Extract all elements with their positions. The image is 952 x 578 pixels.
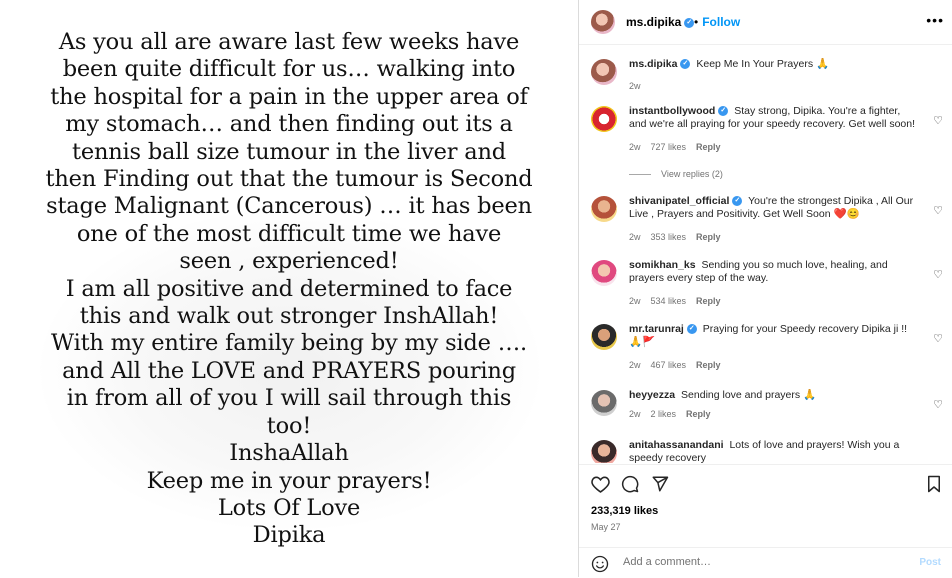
like-comment-heart-icon[interactable]: ♡ <box>933 332 943 345</box>
comment-likes[interactable]: 727 likes <box>651 142 687 152</box>
comment-meta: 2w 534 likes Reply <box>629 296 731 306</box>
caption-body: ms.dipika ✓ Keep Me In Your Prayers 🙏 <box>629 58 919 71</box>
comment-text: Sending love and prayers 🙏 <box>681 389 817 401</box>
verified-badge-icon: ✓ <box>732 196 743 207</box>
like-comment-heart-icon[interactable]: ♡ <box>933 204 943 217</box>
like-comment-heart-icon[interactable]: ♡ <box>933 398 943 411</box>
commenter-avatar[interactable] <box>591 390 617 416</box>
comment-time: 2w <box>629 142 641 152</box>
post-image: As you all are aware last few weeks have… <box>0 0 578 577</box>
post-header: ms.dipika ✓ • Follow ••• <box>579 0 952 45</box>
post-image-text: As you all are aware last few weeks have… <box>45 29 533 549</box>
comment-body: somikhan_ks Sending you so much love, he… <box>629 259 919 285</box>
separator-dot: • <box>694 15 699 29</box>
comment-body: instantbollywood ✓ Stay strong, Dipika. Y… <box>629 105 919 131</box>
author-username[interactable]: ms.dipika ✓ <box>626 15 695 29</box>
like-comment-heart-icon[interactable]: ♡ <box>933 114 943 127</box>
comment-meta: 2w 467 likes Reply <box>629 360 731 370</box>
comment-body: mr.tarunraj ✓ Praying for your Speedy rec… <box>629 323 919 349</box>
reply-button[interactable]: Reply <box>696 232 721 242</box>
comment-likes[interactable]: 534 likes <box>651 296 687 306</box>
comment-body: heyyezza Sending love and prayers 🙏 <box>629 389 919 402</box>
caption-time: 2w <box>629 81 641 91</box>
view-replies-button[interactable]: View replies (2) <box>629 169 723 179</box>
commenter-username[interactable]: somikhan_ks <box>629 259 696 271</box>
comment-likes[interactable]: 353 likes <box>651 232 687 242</box>
commenter-username[interactable]: shivanipatel_official ✓ <box>629 195 743 207</box>
reply-button[interactable]: Reply <box>696 360 721 370</box>
caption-text: Keep Me In Your Prayers 🙏 <box>696 58 830 70</box>
likes-count[interactable]: 233,319 likes <box>591 505 658 517</box>
comment-time: 2w <box>629 360 641 370</box>
verified-badge-icon: ✓ <box>680 59 691 70</box>
like-heart-icon[interactable] <box>591 475 610 493</box>
comment-time: 2w <box>629 296 641 306</box>
caption-avatar[interactable] <box>591 59 617 85</box>
comment-meta: 2w 353 likes Reply <box>629 232 731 242</box>
post-date: May 27 <box>591 522 621 532</box>
commenter-username[interactable]: anitahassanandani <box>629 439 724 451</box>
comment-input[interactable] <box>621 555 905 569</box>
commenter-username[interactable]: instantbollywood ✓ <box>629 105 729 117</box>
like-comment-heart-icon[interactable]: ♡ <box>933 268 943 281</box>
comment-body: shivanipatel_official ✓ You're the strong… <box>629 195 919 221</box>
verified-badge-icon: ✓ <box>718 106 729 117</box>
comment-time: 2w <box>629 232 641 242</box>
commenter-avatar[interactable] <box>591 324 617 350</box>
reply-button[interactable]: Reply <box>696 142 721 152</box>
more-horizontal-icon[interactable]: ••• <box>926 12 944 28</box>
verified-badge-icon: ✓ <box>686 324 697 335</box>
save-bookmark-icon[interactable] <box>927 475 941 493</box>
reply-button[interactable]: Reply <box>686 409 711 419</box>
replies-line <box>629 174 651 176</box>
caption-username[interactable]: ms.dipika ✓ <box>629 58 691 70</box>
follow-button[interactable]: • Follow <box>694 15 740 29</box>
commenter-username[interactable]: heyyezza <box>629 389 675 401</box>
author-avatar[interactable] <box>591 10 615 34</box>
post-comment-button[interactable]: Post <box>919 557 941 568</box>
verified-badge-icon: ✓ <box>684 17 695 28</box>
reply-button[interactable]: Reply <box>696 296 721 306</box>
commenter-avatar[interactable] <box>591 260 617 286</box>
comment-meta: 2w 2 likes Reply <box>629 409 721 419</box>
commenter-avatar[interactable] <box>591 196 617 222</box>
comments-list[interactable]: ms.dipika ✓ Keep Me In Your Prayers 🙏 2w … <box>579 45 952 463</box>
comment-meta: 2w 727 likes Reply <box>629 142 731 152</box>
commenter-username[interactable]: mr.tarunraj ✓ <box>629 323 697 335</box>
emoji-smiley-icon[interactable] <box>591 555 609 573</box>
post-sidebar: ms.dipika ✓ • Follow ••• ms.dipika ✓ Keep M… <box>578 0 952 577</box>
post-actions: 233,319 likes May 27 Post <box>579 464 952 577</box>
add-comment-bar: Post <box>579 547 952 578</box>
comment-likes[interactable]: 2 likes <box>651 409 677 419</box>
share-send-icon[interactable] <box>651 475 669 493</box>
caption-meta: 2w <box>629 81 651 91</box>
commenter-avatar[interactable] <box>591 106 617 132</box>
commenter-avatar[interactable] <box>591 440 617 463</box>
comment-body: anitahassanandani Lots of love and praye… <box>629 439 919 463</box>
comment-time: 2w <box>629 409 641 419</box>
comment-bubble-icon[interactable] <box>621 475 639 493</box>
comment-likes[interactable]: 467 likes <box>651 360 687 370</box>
